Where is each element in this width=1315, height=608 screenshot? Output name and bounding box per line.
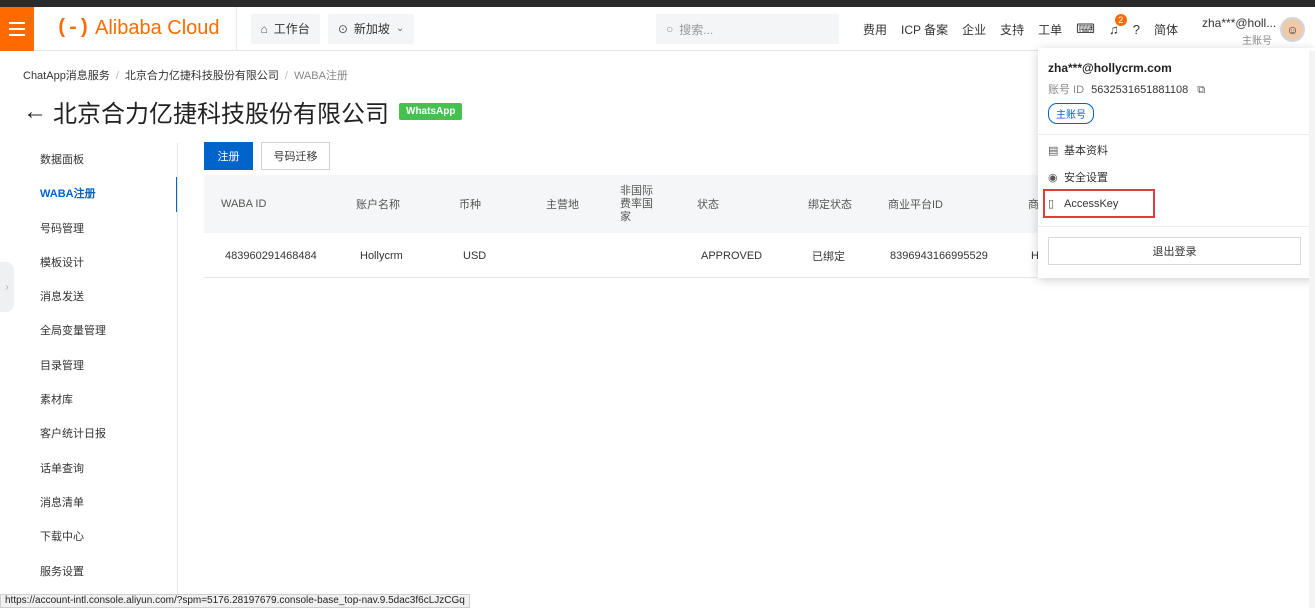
dropdown-divider	[1038, 226, 1315, 227]
menu-icon	[9, 21, 25, 24]
nav-item-enterprise[interactable]: 企业	[962, 21, 986, 38]
alibaba-cloud-logo[interactable]: (-) Alibaba Cloud	[56, 7, 220, 51]
column-header-status: 状态	[697, 199, 719, 211]
number-migrate-button[interactable]: 号码迁移	[261, 142, 330, 170]
sidebar-collapse-handle[interactable]: ›	[0, 262, 14, 312]
dropdown-account-id: 账号 ID 5632531651881108 ⧉	[1048, 81, 1205, 97]
nav-item-billing[interactable]: 费用	[863, 21, 887, 38]
terminal-icon[interactable]: ⌨	[1076, 21, 1095, 37]
nav-item-icp[interactable]: ICP 备案	[901, 21, 948, 38]
column-header-business-id: 商业平台ID	[888, 199, 943, 211]
account-id-value: 5632531651881108	[1091, 84, 1189, 96]
sidebar: 数据面板 WABA注册 号码管理 模板设计 消息发送 全局变量管理 目录管理 素…	[23, 143, 178, 589]
register-button[interactable]: 注册	[204, 142, 253, 170]
document-icon: ▤	[1048, 144, 1059, 157]
alibaba-logo-mark: (-)	[56, 17, 90, 40]
nav-item-tickets[interactable]: 工单	[1038, 21, 1062, 38]
cell-business-id: 8396943166995529	[890, 249, 988, 262]
top-nav-links: 费用 ICP 备案 企业 支持 工单 ⌨ ♫ 2 ? 简体	[863, 7, 1192, 51]
arrow-left-icon[interactable]: ←	[23, 98, 47, 126]
breadcrumb: ChatApp消息服务 / 北京合力亿捷科技股份有限公司 / WABA注册	[23, 70, 348, 82]
dropdown-divider	[1038, 134, 1315, 135]
search-input[interactable]: ○ 搜索...	[656, 14, 839, 44]
sidebar-item-message-list[interactable]: 消息清单	[23, 486, 178, 520]
page-title-text: 北京合力亿捷科技股份有限公司	[53, 101, 389, 128]
cell-account-name: Hollycrm	[360, 249, 403, 262]
cell-waba-id: 483960291468484	[225, 249, 317, 262]
logo-text: Alibaba Cloud	[95, 17, 220, 39]
logout-button[interactable]: 退出登录	[1048, 237, 1301, 265]
cell-currency: USD	[463, 249, 487, 262]
workbench-button[interactable]: ⌂ 工作台	[250, 13, 320, 44]
bell-icon[interactable]: ♫ 2	[1109, 13, 1127, 37]
accesskey-highlight-box	[1043, 189, 1155, 218]
menu-item-profile[interactable]: ▤ 基本资料	[1048, 142, 1108, 158]
region-label: 新加坡	[353, 22, 390, 36]
page-title: ← 北京合力亿捷科技股份有限公司 WhatsApp	[23, 94, 463, 129]
sidebar-item-media-library[interactable]: 素材库	[23, 383, 178, 417]
sidebar-item-service-settings[interactable]: 服务设置	[23, 555, 178, 589]
column-header-bind-status: 绑定状态	[808, 199, 852, 211]
main-account-tag: 主账号	[1048, 103, 1094, 124]
column-header-currency: 币种	[459, 199, 481, 211]
status-bar-url: https://account-intl.console.aliyun.com/…	[0, 594, 470, 608]
sidebar-divider	[177, 143, 178, 608]
chevron-right-icon: ›	[5, 281, 9, 293]
account-dropdown: zha***@hollycrm.com 账号 ID 56325316518811…	[1038, 48, 1315, 278]
language-switch[interactable]: 简体	[1154, 21, 1178, 38]
workbench-label: 工作台	[273, 22, 310, 36]
breadcrumb-item[interactable]: 北京合力亿捷科技股份有限公司	[125, 70, 279, 82]
header-divider	[235, 6, 237, 51]
chevron-down-icon: ⌄	[395, 23, 405, 34]
hamburger-menu-button[interactable]	[0, 6, 34, 51]
menu-item-security[interactable]: ◉ 安全设置	[1048, 169, 1108, 185]
sidebar-item-number-management[interactable]: 号码管理	[23, 212, 178, 246]
sidebar-item-dashboard[interactable]: 数据面板	[23, 143, 178, 177]
home-icon: ⌂	[260, 21, 268, 36]
cell-status: APPROVED	[701, 249, 763, 262]
sidebar-item-template-design[interactable]: 模板设计	[23, 246, 178, 280]
sidebar-item-waba-register[interactable]: WABA注册	[23, 177, 178, 212]
breadcrumb-current: WABA注册	[293, 70, 348, 82]
cell-bind-status: 已绑定	[812, 250, 845, 263]
menu-item-label: 安全设置	[1064, 172, 1108, 184]
sidebar-item-cdr-query[interactable]: 话单查询	[23, 452, 178, 486]
account-name: zha***@holl...	[1202, 16, 1277, 30]
avatar[interactable]: ☺	[1280, 17, 1305, 42]
breadcrumb-item[interactable]: ChatApp消息服务	[23, 70, 110, 82]
sidebar-item-message-send[interactable]: 消息发送	[23, 280, 178, 314]
whatsapp-badge: WhatsApp	[399, 103, 463, 120]
dropdown-email: zha***@hollycrm.com	[1048, 61, 1172, 75]
sidebar-item-daily-report[interactable]: 客户统计日报	[23, 417, 178, 451]
notification-badge: 2	[1114, 13, 1127, 26]
table-header: WABA ID 账户名称 币种 主营地 非国际费率国家 状态 绑定状态 商业平台…	[204, 175, 1064, 233]
table-row[interactable]: 483960291468484 Hollycrm USD APPROVED 已绑…	[204, 233, 1064, 278]
shield-icon: ◉	[1048, 171, 1058, 184]
region-selector[interactable]: ⊙ 新加坡 ⌄	[327, 13, 415, 44]
copy-icon[interactable]: ⧉	[1197, 84, 1205, 96]
column-header-main-location: 主营地	[546, 199, 579, 211]
account-type: 主账号	[1242, 36, 1272, 47]
sidebar-item-catalog[interactable]: 目录管理	[23, 349, 178, 383]
nav-item-support[interactable]: 支持	[1000, 21, 1024, 38]
search-icon: ○	[666, 22, 674, 36]
account-id-label: 账号 ID	[1048, 84, 1085, 96]
sidebar-item-download-center[interactable]: 下载中心	[23, 520, 178, 554]
column-header-waba-id: WABA ID	[221, 198, 267, 210]
column-header-account-name: 账户名称	[356, 199, 400, 211]
menu-item-label: 基本资料	[1064, 145, 1108, 157]
location-pin-icon: ⊙	[337, 21, 348, 36]
search-placeholder: 搜索...	[679, 22, 714, 37]
page-scrollbar[interactable]	[1309, 51, 1315, 608]
help-icon[interactable]: ?	[1133, 22, 1140, 37]
sidebar-item-global-variables[interactable]: 全局变量管理	[23, 314, 178, 348]
account-menu[interactable]: zha***@holl... 主账号 ☺	[1196, 7, 1315, 51]
column-header-non-intl-country: 非国际费率国家	[620, 184, 653, 223]
